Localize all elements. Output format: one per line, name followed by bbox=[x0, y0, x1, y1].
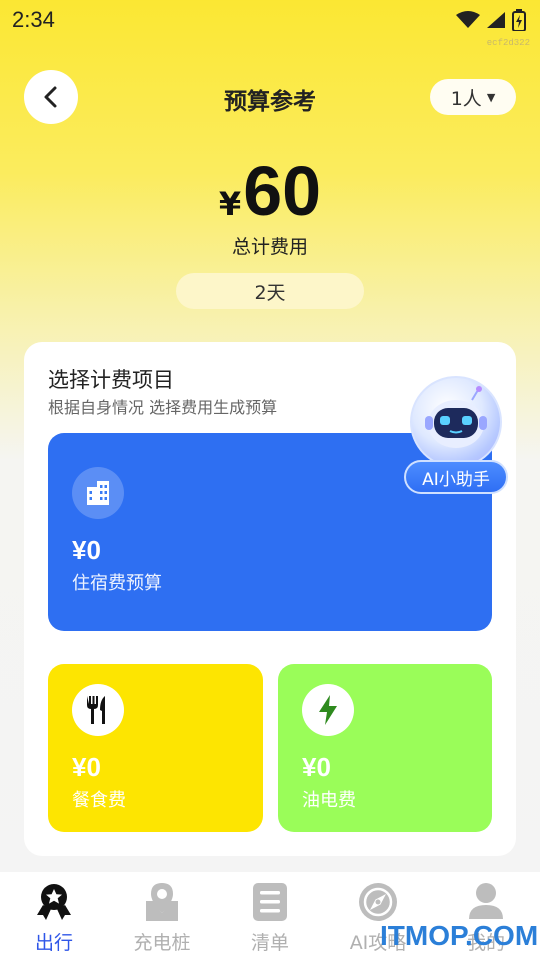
robot-icon bbox=[410, 376, 502, 468]
fuel-tile[interactable]: ¥0 油电费 bbox=[278, 664, 492, 832]
total-label: 总计费用 bbox=[231, 236, 308, 258]
list-icon bbox=[248, 880, 292, 924]
watermark: ITMOP.COM bbox=[380, 920, 539, 951]
caret-down-icon: ▼ bbox=[486, 90, 496, 104]
status-time: 2:34 bbox=[12, 7, 55, 32]
building-icon bbox=[72, 467, 124, 519]
total-amount: ¥ 60 bbox=[0, 150, 540, 232]
fork-knife-icon bbox=[72, 684, 124, 736]
food-tile[interactable]: ¥0 餐食费 bbox=[48, 664, 263, 832]
map-pin-icon bbox=[140, 880, 184, 924]
ai-helper-button[interactable]: AI小助手 bbox=[404, 374, 508, 496]
tab-travel[interactable]: 出行 bbox=[0, 872, 108, 960]
compass-icon bbox=[356, 880, 400, 924]
lodging-label: 住宿费预算 bbox=[72, 573, 162, 594]
status-bar: 2:34 bbox=[0, 0, 540, 40]
status-icons bbox=[456, 9, 526, 31]
tab-label: 清单 bbox=[250, 932, 289, 954]
card-subtitle: 根据自身情况 选择费用生成预算 bbox=[48, 398, 278, 417]
food-amount: ¥0 bbox=[72, 752, 101, 782]
tab-label: 出行 bbox=[34, 932, 73, 954]
days-pill[interactable]: 2天 bbox=[176, 273, 364, 309]
lightning-icon bbox=[302, 684, 354, 736]
total-cost: ¥ 60 总计费用 bbox=[0, 150, 540, 259]
food-label: 餐食费 bbox=[72, 790, 126, 811]
battery-icon bbox=[512, 9, 526, 31]
signal-icon bbox=[487, 12, 505, 28]
ai-helper-label: AI小助手 bbox=[404, 460, 508, 494]
total-value: 60 bbox=[243, 152, 322, 230]
user-icon bbox=[464, 880, 508, 924]
fuel-label: 油电费 bbox=[302, 790, 356, 811]
header: 预算参考 1人 ▼ bbox=[0, 70, 540, 124]
people-count-select[interactable]: 1人 ▼ bbox=[430, 79, 516, 115]
fuel-amount: ¥0 bbox=[302, 752, 331, 782]
lodging-amount: ¥0 bbox=[72, 535, 101, 565]
wifi-icon bbox=[456, 11, 480, 28]
travel-badge-icon bbox=[32, 880, 76, 924]
tab-list[interactable]: 清单 bbox=[216, 872, 324, 960]
people-count-value: 1人 bbox=[450, 87, 482, 110]
total-currency: ¥ bbox=[218, 185, 242, 223]
debug-tag: ecf2d322 bbox=[486, 38, 530, 48]
card-title: 选择计费项目 bbox=[48, 368, 174, 392]
tab-label: 充电桩 bbox=[133, 932, 191, 954]
tab-charging[interactable]: 充电桩 bbox=[108, 872, 216, 960]
